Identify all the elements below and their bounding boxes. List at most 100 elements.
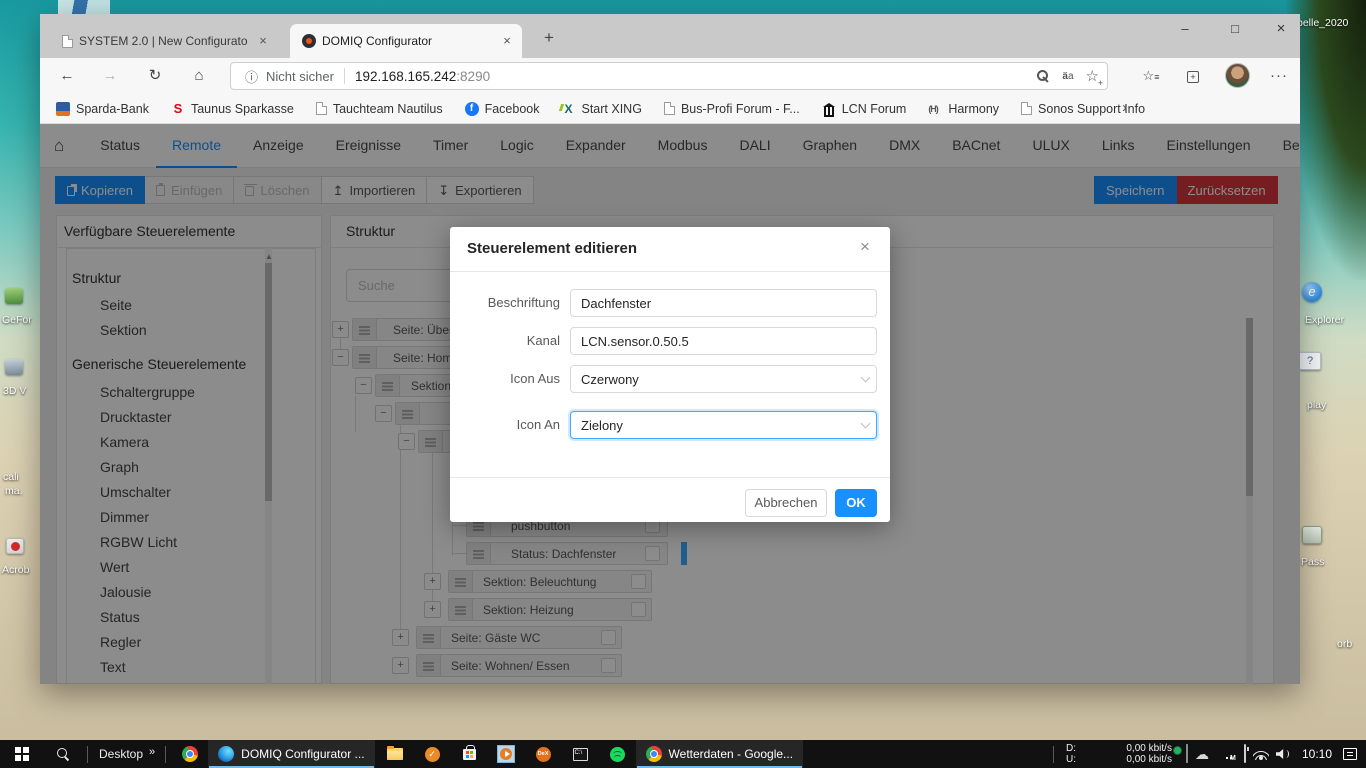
kanal-input[interactable] [570,327,877,355]
more-menu-icon[interactable]: ··· [1266,64,1292,88]
pinned-cmd-button[interactable]: C:\ [562,740,599,768]
desktop-icon-label[interactable]: belle_2020 [1297,17,1348,29]
collections-icon[interactable]: + [1180,64,1206,88]
desktop-icon-label[interactable]: Acrob [2,564,29,576]
info-icon[interactable]: ⓘ [245,67,258,86]
desktop-shortcut-icon[interactable] [1302,526,1322,544]
pinned-movies-button[interactable] [488,740,525,768]
pinned-store-button[interactable] [451,740,488,768]
tray-onedrive-icon[interactable]: ☁ [1195,747,1209,761]
net-line: U: 0,00 kbit/s [1066,754,1172,766]
desktop-shortcut-icon[interactable]: ? [1299,352,1321,370]
internet-explorer-icon[interactable]: e [1302,282,1322,302]
dialog-close-icon[interactable]: × [854,237,876,257]
divider [1053,746,1054,763]
desktop-icon-label[interactable]: GeFor [2,314,32,326]
network-meter: D:0,00 kbit/sU:0,00 kbit/s [1066,743,1172,766]
taskbar-search-button[interactable] [44,740,82,768]
page-icon [1021,102,1032,115]
window-close-button[interactable]: × [1258,14,1304,46]
pinned-dex-button[interactable]: DeX [525,740,562,768]
desktop-icon-label[interactable]: Pass [1301,556,1324,568]
chevron-icon[interactable]: » [149,746,160,762]
bookmark-item[interactable]: Bus-Profi Forum - F... [664,102,800,116]
harmony-icon: (H) [928,102,942,116]
bookmark-item[interactable]: (H)Harmony [928,102,999,116]
explorer-icon [387,748,403,760]
battery-shape [1244,744,1246,763]
password-key-icon[interactable] [1036,69,1050,83]
desktop-icon-label[interactable]: 3D V [3,385,26,397]
window-minimize-button[interactable]: – [1162,14,1208,46]
desktop-icon-label[interactable]: ma. [5,485,23,497]
task-label: Wetterdaten - Google... [669,747,794,761]
translate-icon[interactable]: äa [1062,71,1073,82]
new-tab-button[interactable]: + [536,26,562,50]
monitor-shape [1186,744,1188,763]
profile-avatar[interactable] [1225,63,1250,88]
tab-close-icon[interactable]: × [254,32,272,50]
acrobat-icon[interactable] [6,538,24,554]
icon-an-select[interactable] [570,411,877,439]
bookmark-item[interactable]: STaunus Sparkasse [171,102,294,116]
facebook-icon: f [465,102,479,116]
dialog-title: Steuerelement editieren [467,240,637,257]
bookmark-label: Taunus Sparkasse [191,102,294,116]
bookmark-item[interactable]: fFacebook [465,102,540,116]
pinned-explorer-button[interactable] [377,740,414,768]
chrome-icon [182,746,198,762]
favorites-bar-icon[interactable]: ☆≡ [1138,64,1164,88]
taskbar: Desktop»DOMIQ Configurator ...✓DeXC:\Wet… [0,740,1366,768]
add-favorite-icon[interactable]: ☆+ [1086,67,1099,85]
bookmark-item[interactable]: LCN Forum [822,102,907,116]
window-maximize-button[interactable]: □ [1212,14,1258,46]
pinned-spotify-button[interactable] [599,740,636,768]
tab-close-icon[interactable]: × [498,32,516,50]
taskbar-task[interactable]: DOMIQ Configurator ... [208,740,374,768]
forward-icon[interactable]: → [97,64,123,88]
cancel-button[interactable]: Abbrechen [745,489,827,517]
pinned-notes-button[interactable]: ✓ [414,740,451,768]
chrome-icon [646,746,662,762]
net-value: 0,00 kbit/s [1126,743,1172,755]
net-key: U: [1066,754,1076,766]
field-label: Icon An [450,411,560,439]
ok-button[interactable]: OK [835,489,877,517]
back-icon[interactable]: ← [54,64,80,88]
refresh-icon[interactable]: ↻ [142,64,168,88]
desktop-icon-label[interactable]: cali [3,471,19,483]
pinned-chrome-button[interactable] [171,740,208,768]
wallpaper-sail [58,0,110,14]
page-icon [316,102,327,115]
domiq-favicon-icon [302,34,316,48]
desktop-icon-label[interactable]: Explorer [1305,314,1344,326]
tray-battery-icon[interactable] [1244,745,1246,763]
tray-monitor-icon[interactable] [1186,745,1188,763]
field-label: Beschriftung [450,289,560,317]
desktop-icon-label[interactable]: play [1307,399,1326,411]
home-icon[interactable]: ⌂ [186,64,212,88]
bookmark-item[interactable]: Sparda-Bank [56,102,149,116]
net-value: 0,00 kbit/s [1126,754,1172,766]
action-center-icon[interactable] [1343,748,1357,760]
bookmark-item[interactable]: XStart XING [562,102,642,116]
store-icon [463,749,476,760]
address-bar[interactable]: ⓘ Nicht sicher 192.168.165.242 :8290 äa … [230,62,1108,90]
search-icon [56,747,70,761]
desktop-shortcut-icon[interactable] [5,359,23,375]
icon-aus-select[interactable] [570,365,877,393]
beschriftung-input[interactable] [570,289,877,317]
taskbar-clock[interactable]: 10:10 [1298,747,1336,761]
bookmark-item[interactable]: Tauchteam Nautilus [316,102,443,116]
taskbar-task[interactable]: Wetterdaten - Google... [636,740,804,768]
windows-start-button[interactable] [0,740,44,768]
wifi-arc [1259,756,1263,760]
desktop-shortcut-icon[interactable] [5,288,23,304]
desktop-icon-label[interactable]: orb [1337,638,1352,650]
tray-volume-icon[interactable] [1276,748,1291,760]
tray-wifi-icon[interactable] [1253,748,1269,760]
tab-domiq-configurator[interactable]: DOMIQ Configurator × [290,24,522,58]
tab-system20[interactable]: SYSTEM 2.0 | New Configurator ( × [54,24,278,58]
bookmarks-overflow-icon[interactable]: › [1122,99,1127,116]
bookmark-label: Start XING [582,102,642,116]
